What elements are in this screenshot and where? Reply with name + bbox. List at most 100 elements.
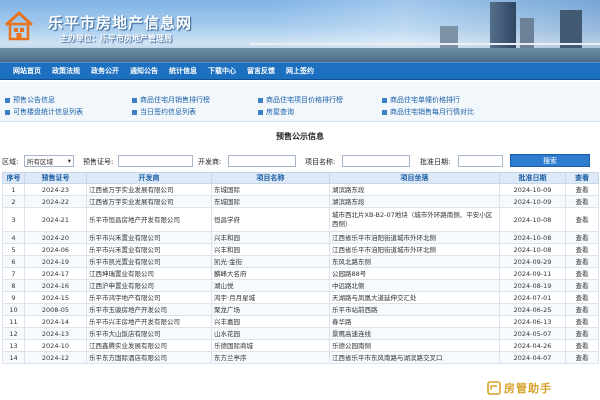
nav-gov-affairs[interactable]: 政务公开 (91, 66, 119, 76)
search-button[interactable]: 搜索 (510, 154, 590, 167)
cell-presale-no: 2024-22 (24, 195, 87, 208)
developer-input[interactable] (228, 155, 296, 167)
nav-feedback[interactable]: 留言反馈 (247, 66, 275, 76)
nav-statistics[interactable]: 统计信息 (169, 66, 197, 76)
bullet-icon (132, 97, 137, 103)
approval-date-input[interactable] (458, 155, 503, 167)
presale-no-input[interactable] (118, 155, 193, 167)
col-header-location[interactable]: 项目坐落 (329, 172, 500, 184)
project-input[interactable] (342, 155, 410, 167)
region-select[interactable]: 所有区域 ▾ (24, 155, 74, 167)
section-title: 预售公示信息 (276, 132, 324, 141)
view-link[interactable]: 查看 (565, 351, 599, 364)
cell-project: 乐德国际商城 (211, 339, 330, 352)
quick-link-project-price-rank[interactable]: 商品住宅项目价格排行榜 (258, 95, 343, 105)
cell-presale-no: 2024-17 (24, 267, 87, 280)
approval-date-label: 批准日期: (420, 158, 451, 166)
table-body: 1 2024-23 江西省万宇实业发展有限公司 东城国际 湖滨路东段 2024-10-09… (2, 183, 599, 364)
view-link[interactable]: 查看 (565, 267, 599, 280)
cell-project: 麟峰大名府 (211, 267, 330, 280)
cell-project: 山水花园 (211, 327, 330, 340)
cell-location: 东风北路东侧 (329, 255, 500, 268)
view-link[interactable]: 查看 (565, 279, 599, 292)
site-title: 乐平市房地产信息网 (48, 14, 193, 32)
table-row: 3 2024-21 乐平市恒昌房地产开发有限公司 恒昌学府 城市西北片XB-B2-07地… (2, 207, 599, 232)
view-link[interactable]: 查看 (565, 243, 599, 256)
cell-developer: 乐平市鸿宇地产有限公司 (86, 291, 212, 304)
cell-location: 景鹰高速连线 (329, 327, 500, 340)
nav-policy[interactable]: 政策法规 (52, 66, 80, 76)
cell-developer: 江西省万宇实业发展有限公司 (86, 183, 212, 196)
cell-location: 乐平市站前西路 (329, 303, 500, 316)
quick-link-monthly-sales-rank[interactable]: 商品住宅月销售排行榜 (132, 95, 210, 105)
cell-project: 恒昌学府 (211, 207, 330, 232)
cell-location: 江西省乐平市洎阳街道城市外环北侧 (329, 231, 500, 244)
table-header-row: 序号 预售证号 开发商 项目名称 项目坐落 批准日期 查看 (2, 172, 599, 184)
table-row: 1 2024-23 江西省万宇实业发展有限公司 东城国际 湖滨路东段 2024-10-09… (2, 183, 599, 196)
cell-index: 10 (2, 303, 25, 316)
view-link[interactable]: 查看 (565, 315, 599, 328)
cell-approval-date: 2024-07-01 (499, 291, 566, 304)
col-header-project[interactable]: 项目名称 (211, 172, 330, 184)
cell-project: 鸿宇·月月星城 (211, 291, 330, 304)
cell-location: 春华路 (329, 315, 500, 328)
nav-home[interactable]: 网站首页 (13, 66, 41, 76)
cell-developer: 江西坤瑞置业有限公司 (86, 267, 212, 280)
table-row: 9 2024-15 乐平市鸿宇地产有限公司 鸿宇·月月星城 天湖路与凤凰大道延伸交汇处 2… (2, 291, 599, 304)
quick-link-monthly-comparison[interactable]: 商品住宅销售每月行情对比 (382, 107, 474, 117)
cell-developer: 乐平市恒昌房地产开发有限公司 (86, 207, 212, 232)
bullet-icon (258, 97, 263, 103)
view-link[interactable]: 查看 (565, 303, 599, 316)
cell-presale-no: 2024-14 (24, 315, 87, 328)
cell-project: 东城国际 (211, 183, 330, 196)
cell-index: 3 (2, 207, 25, 232)
region-label: 区域: (2, 158, 19, 166)
cell-developer: 乐平市玉骏房地产开发公司 (86, 303, 212, 316)
cell-approval-date: 2024-04-07 (499, 351, 566, 364)
cell-project: 东城国际 (211, 195, 330, 208)
cell-index: 6 (2, 255, 25, 268)
nav-notices[interactable]: 通知公告 (130, 66, 158, 76)
view-link[interactable]: 查看 (565, 183, 599, 196)
view-link[interactable]: 查看 (565, 195, 599, 208)
nav-online-signing[interactable]: 网上签约 (286, 66, 314, 76)
bullet-icon (5, 97, 10, 103)
watermark: 房管助手 (484, 379, 598, 396)
cell-presale-no: 2024-21 (24, 207, 87, 232)
cell-index: 9 (2, 291, 25, 304)
quick-link-presale-notice[interactable]: 预售公告信息 (5, 95, 55, 105)
cell-presale-no: 2008-05 (24, 303, 87, 316)
cell-location: 城市西北片XB-B2-07地块（城市外环路南侧、平安小区西侧） (329, 207, 500, 232)
cell-project: 凯光·金街 (211, 255, 330, 268)
quick-link-building-price-rank[interactable]: 商品住宅单幢价格排行 (382, 95, 460, 105)
view-link[interactable]: 查看 (565, 339, 599, 352)
col-header-presale-no[interactable]: 预售证号 (24, 172, 87, 184)
table-row: 6 2024-19 乐平市凯光置业有限公司 凯光·金街 东风北路东侧 2024-09-29… (2, 255, 599, 268)
cell-developer: 乐平市大山饭店有限公司 (86, 327, 212, 340)
bullet-icon (382, 109, 387, 115)
cell-developer: 乐平市兴禾置业有限公司 (86, 243, 212, 256)
cell-developer: 江西鑫腾实业发展有限公司 (86, 339, 212, 352)
quick-link-house-query[interactable]: 房屋查询 (258, 107, 294, 117)
nav-downloads[interactable]: 下载中心 (208, 66, 236, 76)
cell-location: 湖滨路东段 (329, 195, 500, 208)
col-header-developer[interactable]: 开发商 (86, 172, 212, 184)
view-link[interactable]: 查看 (565, 291, 599, 304)
col-header-approval-date[interactable]: 批准日期 (499, 172, 566, 184)
chevron-down-icon: ▾ (67, 157, 71, 165)
quick-link-daily-signing[interactable]: 当日签约信息列表 (132, 107, 196, 117)
project-label: 项目名称: (305, 158, 336, 166)
cell-project: 兴丰和园 (211, 231, 330, 244)
cell-index: 8 (2, 279, 25, 292)
quick-link-available-stats[interactable]: 可售楼盘统计信息列表 (5, 107, 83, 117)
table-row: 11 2024-14 乐平市兴丰房地产开发有限公司 兴丰嘉园 春华路 2024-06-13… (2, 315, 599, 328)
table-row: 14 2024-12 乐平东方国际酒店有限公司 东方兰亭序 江西省乐平市东风南路与湖滨路… (2, 351, 599, 364)
view-link[interactable]: 查看 (565, 327, 599, 340)
cell-developer: 乐平市兴禾置业有限公司 (86, 231, 212, 244)
cell-location: 江西省乐平市东风南路与湖滨路交叉口 (329, 351, 500, 364)
presale-table: 序号 预售证号 开发商 项目名称 项目坐落 批准日期 查看 1 2024-23 江西… (2, 172, 599, 364)
view-link[interactable]: 查看 (565, 255, 599, 268)
cell-project: 湖山悦 (211, 279, 330, 292)
view-link[interactable]: 查看 (565, 231, 599, 244)
view-link[interactable]: 查看 (565, 207, 599, 232)
